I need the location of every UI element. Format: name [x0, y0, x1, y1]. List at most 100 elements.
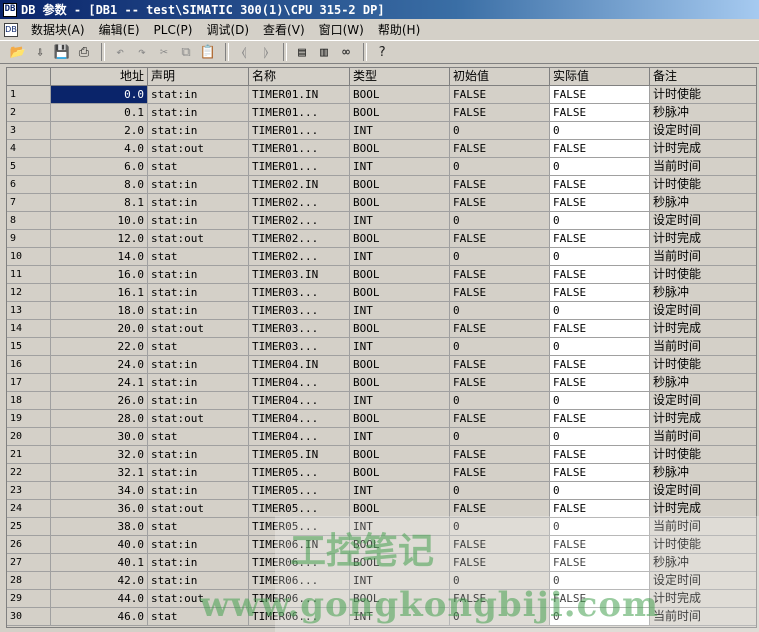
cell-comment[interactable]: 秒脉冲: [650, 464, 756, 482]
table-row[interactable]: 17 24.1 stat:in TIMER04... BOOL FALSE FALSE 秒脉冲: [7, 374, 756, 392]
cell-actual-value[interactable]: 0: [550, 608, 650, 626]
cell-actual-value[interactable]: 0: [550, 518, 650, 536]
cell-comment[interactable]: 计时使能: [650, 356, 756, 374]
cell-address[interactable]: 36.0: [51, 500, 148, 518]
menu-debug[interactable]: 调试(D): [199, 21, 256, 38]
cell-comment[interactable]: 设定时间: [650, 212, 756, 230]
cell-actual-value[interactable]: FALSE: [550, 356, 650, 374]
cell-actual-value[interactable]: FALSE: [550, 176, 650, 194]
cell-comment[interactable]: 计时使能: [650, 176, 756, 194]
menu-view[interactable]: 查看(V): [256, 21, 312, 38]
cell-comment[interactable]: 当前时间: [650, 428, 756, 446]
cell-address[interactable]: 38.0: [51, 518, 148, 536]
cell-actual-value[interactable]: FALSE: [550, 140, 650, 158]
paste-icon[interactable]: 📋: [198, 42, 218, 62]
cell-actual-value[interactable]: 0: [550, 158, 650, 176]
db-app-icon[interactable]: DB: [3, 2, 17, 17]
cell-comment[interactable]: 计时使能: [650, 536, 756, 554]
cell-address[interactable]: 12.0: [51, 230, 148, 248]
table-row[interactable]: 5 6.0 stat TIMER01... INT 0 0 当前时间: [7, 158, 756, 176]
cell-comment[interactable]: 当前时间: [650, 158, 756, 176]
cell-actual-value[interactable]: FALSE: [550, 86, 650, 104]
monitor-icon[interactable]: ▤: [292, 42, 312, 62]
cell-address[interactable]: 10.0: [51, 212, 148, 230]
table-row[interactable]: 30 46.0 stat TIMER06... INT 0 0 当前时间: [7, 608, 756, 626]
cell-address[interactable]: 14.0: [51, 248, 148, 266]
cell-comment[interactable]: 当前时间: [650, 518, 756, 536]
cell-address[interactable]: 24.1: [51, 374, 148, 392]
cell-comment[interactable]: 计时使能: [650, 446, 756, 464]
cell-comment[interactable]: 设定时间: [650, 572, 756, 590]
cell-actual-value[interactable]: FALSE: [550, 320, 650, 338]
cell-comment[interactable]: 计时完成: [650, 590, 756, 608]
cell-address[interactable]: 4.0: [51, 140, 148, 158]
column-header-type[interactable]: 类型: [350, 68, 450, 86]
table-row[interactable]: 20 30.0 stat TIMER04... INT 0 0 当前时间: [7, 428, 756, 446]
table-row[interactable]: 25 38.0 stat TIMER05... INT 0 0 当前时间: [7, 518, 756, 536]
cell-address[interactable]: 44.0: [51, 590, 148, 608]
column-header-row-number[interactable]: [7, 68, 51, 86]
menu-edit[interactable]: 编辑(E): [92, 21, 147, 38]
cell-address[interactable]: 40.0: [51, 536, 148, 554]
column-header-comment[interactable]: 备注: [650, 68, 756, 86]
table-row[interactable]: 13 18.0 stat:in TIMER03... INT 0 0 设定时间: [7, 302, 756, 320]
menu-help[interactable]: 帮助(H): [371, 21, 427, 38]
column-header-name[interactable]: 名称: [249, 68, 350, 86]
cut-icon[interactable]: ✂: [154, 42, 174, 62]
table-row[interactable]: 19 28.0 stat:out TIMER04... BOOL FALSE FALSE 计时…: [7, 410, 756, 428]
column-header-initial-value[interactable]: 初始值: [450, 68, 550, 86]
table-row[interactable]: 9 12.0 stat:out TIMER02... BOOL FALSE FALSE 计时完…: [7, 230, 756, 248]
cell-actual-value[interactable]: 0: [550, 212, 650, 230]
cell-address[interactable]: 30.0: [51, 428, 148, 446]
column-header-address[interactable]: 地址: [51, 68, 148, 86]
cell-actual-value[interactable]: 0: [550, 302, 650, 320]
table-row[interactable]: 12 16.1 stat:in TIMER03... BOOL FALSE FALSE 秒脉冲: [7, 284, 756, 302]
table-row[interactable]: 29 44.0 stat:out TIMER06... BOOL FALSE FALSE 计时…: [7, 590, 756, 608]
cell-actual-value[interactable]: FALSE: [550, 500, 650, 518]
cell-address[interactable]: 18.0: [51, 302, 148, 320]
cell-actual-value[interactable]: FALSE: [550, 266, 650, 284]
table-row[interactable]: 23 34.0 stat:in TIMER05... INT 0 0 设定时间: [7, 482, 756, 500]
glasses-icon[interactable]: ∞: [336, 42, 356, 62]
redo-icon[interactable]: ↷: [132, 42, 152, 62]
monitor-values-icon[interactable]: ▥: [314, 42, 334, 62]
table-row[interactable]: 26 40.0 stat:in TIMER06.IN BOOL FALSE FALSE 计时使…: [7, 536, 756, 554]
cell-comment[interactable]: 设定时间: [650, 392, 756, 410]
print-icon[interactable]: ⎙: [74, 42, 94, 62]
cell-address[interactable]: 42.0: [51, 572, 148, 590]
cell-comment[interactable]: 秒脉冲: [650, 194, 756, 212]
cell-actual-value[interactable]: 0: [550, 482, 650, 500]
cell-actual-value[interactable]: 0: [550, 338, 650, 356]
cell-actual-value[interactable]: FALSE: [550, 230, 650, 248]
table-row[interactable]: 21 32.0 stat:in TIMER05.IN BOOL FALSE FALSE 计时使…: [7, 446, 756, 464]
table-row[interactable]: 22 32.1 stat:in TIMER05... BOOL FALSE FALSE 秒脉冲: [7, 464, 756, 482]
cell-address[interactable]: 0.0: [51, 86, 148, 104]
cell-actual-value[interactable]: 0: [550, 248, 650, 266]
table-row[interactable]: 2 0.1 stat:in TIMER01... BOOL FALSE FALSE 秒脉冲: [7, 104, 756, 122]
cell-actual-value[interactable]: FALSE: [550, 104, 650, 122]
cell-comment[interactable]: 秒脉冲: [650, 104, 756, 122]
cell-comment[interactable]: 设定时间: [650, 482, 756, 500]
cell-actual-value[interactable]: FALSE: [550, 446, 650, 464]
table-row[interactable]: 24 36.0 stat:out TIMER05... BOOL FALSE FALSE 计时…: [7, 500, 756, 518]
cell-comment[interactable]: 计时使能: [650, 266, 756, 284]
cell-actual-value[interactable]: FALSE: [550, 590, 650, 608]
menu-plc[interactable]: PLC(P): [147, 23, 200, 37]
cell-comment[interactable]: 计时使能: [650, 86, 756, 104]
download-icon[interactable]: ⇩: [30, 42, 50, 62]
cell-comment[interactable]: 计时完成: [650, 410, 756, 428]
table-row[interactable]: 4 4.0 stat:out TIMER01... BOOL FALSE FALSE 计时完成: [7, 140, 756, 158]
cell-actual-value[interactable]: FALSE: [550, 374, 650, 392]
cell-comment[interactable]: 秒脉冲: [650, 554, 756, 572]
cell-address[interactable]: 16.0: [51, 266, 148, 284]
cell-actual-value[interactable]: 0: [550, 572, 650, 590]
cell-address[interactable]: 32.1: [51, 464, 148, 482]
cell-address[interactable]: 8.0: [51, 176, 148, 194]
cell-address[interactable]: 16.1: [51, 284, 148, 302]
cell-address[interactable]: 0.1: [51, 104, 148, 122]
cell-comment[interactable]: 计时完成: [650, 320, 756, 338]
cell-actual-value[interactable]: 0: [550, 428, 650, 446]
save-icon[interactable]: 💾: [52, 42, 72, 62]
table-row[interactable]: 11 16.0 stat:in TIMER03.IN BOOL FALSE FALSE 计时使…: [7, 266, 756, 284]
toggle-prev-icon[interactable]: ⦉: [234, 42, 254, 62]
